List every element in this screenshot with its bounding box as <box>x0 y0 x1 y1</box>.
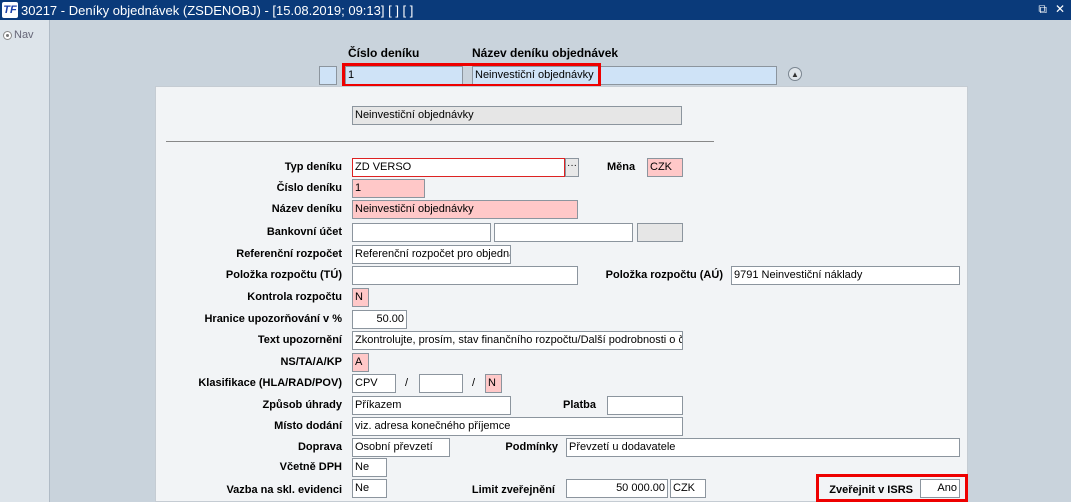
label-klasifikace: Klasifikace (HLA/RAD/POV) <box>198 377 342 389</box>
app-logo-icon: TF <box>2 2 18 18</box>
klasifikace-hla-input[interactable]: CPV <box>352 374 396 393</box>
nav-label: Nav <box>14 29 34 41</box>
label-polozka-au: Položka rozpočtu (AÚ) <box>605 269 723 281</box>
highlight-box-list-row <box>342 63 601 87</box>
label-typ-deniku: Typ deníku <box>284 161 342 173</box>
label-nazev-deniku: Název deníku <box>271 203 342 215</box>
cislo-deniku-input[interactable]: 1 <box>352 179 425 198</box>
podminky-input[interactable]: Převzetí u dodavatele <box>566 438 960 457</box>
bankovni-ucet-2[interactable] <box>494 223 633 242</box>
nav-toggle[interactable]: Nav <box>3 29 34 41</box>
column-header-name: Název deníku objednávek <box>472 46 619 60</box>
bankovni-ucet-1[interactable] <box>352 223 491 242</box>
typ-deniku-input[interactable]: ZD VERSO <box>352 158 565 177</box>
doprava-input[interactable]: Osobní převzetí <box>352 438 450 457</box>
limit-mena-input[interactable]: CZK <box>670 479 706 498</box>
highlight-box-zverejnit <box>816 474 968 502</box>
label-vazba: Vazba na skl. evidenci <box>226 484 342 496</box>
label-referencni-rozpocet: Referenční rozpočet <box>236 248 342 260</box>
detail-title-field: Neinvestiční objednávky <box>352 106 682 125</box>
sidebar: Nav <box>0 20 50 502</box>
label-zpusob-uhrady: Způsob úhrady <box>262 399 342 411</box>
mena-input[interactable]: CZK <box>647 158 683 177</box>
label-cislo-deniku: Číslo deníku <box>276 182 342 194</box>
label-polozka-tu: Položka rozpočtu (TÚ) <box>225 269 342 281</box>
limit-input[interactable]: 50 000.00 <box>566 479 668 498</box>
scroll-up-icon[interactable]: ▲ <box>788 67 802 81</box>
zpusob-uhrady-input[interactable]: Příkazem <box>352 396 511 415</box>
label-mena: Měna <box>607 161 636 173</box>
bankovni-ucet-3 <box>637 223 683 242</box>
label-ns: NS/TA/A/KP <box>280 356 342 368</box>
label-doprava: Doprava <box>297 441 342 453</box>
platba-input[interactable] <box>607 396 683 415</box>
restore-window-icon[interactable]: ⧉ <box>1038 2 1047 17</box>
separator <box>166 141 714 142</box>
referencni-rozpocet-input[interactable]: Referenční rozpočet pro objedná <box>352 245 511 264</box>
row-selector[interactable] <box>319 66 337 85</box>
hranice-input[interactable]: 50.00 <box>352 310 407 329</box>
slash-1: / <box>405 377 409 389</box>
nazev-deniku-input[interactable]: Neinvestiční objednávky <box>352 200 578 219</box>
misto-dodani-input[interactable]: viz. adresa konečného příjemce <box>352 417 683 436</box>
label-misto-dodani: Místo dodání <box>274 420 342 432</box>
vazba-input[interactable]: Ne <box>352 479 387 498</box>
label-platba: Platba <box>562 399 596 411</box>
radio-icon <box>3 30 12 40</box>
slash-2: / <box>472 377 476 389</box>
close-icon[interactable]: ✕ <box>1055 2 1065 17</box>
label-limit: Limit zveřejnění <box>471 484 555 496</box>
label-podminky: Podmínky <box>505 441 558 453</box>
vcetne-dph-input[interactable]: Ne <box>352 458 387 477</box>
kontrola-rozpoctu-input[interactable]: N <box>352 288 369 307</box>
klasifikace-rad-input[interactable] <box>419 374 463 393</box>
label-text-upozorneni: Text upozornění <box>257 334 342 346</box>
polozka-tu-input[interactable] <box>352 266 578 285</box>
lookup-button[interactable]: ··· <box>565 158 579 177</box>
label-kontrola-rozpoctu: Kontrola rozpočtu <box>247 291 342 303</box>
text-upozorneni-input[interactable]: Zkontrolujte, prosím, stav finančního ro… <box>352 331 683 350</box>
column-header-number: Číslo deníku <box>348 46 420 60</box>
window-titlebar: TF 30217 - Deníky objednávek (ZSDENOBJ) … <box>0 0 1071 20</box>
klasifikace-pov-input[interactable]: N <box>485 374 502 393</box>
window-title: 30217 - Deníky objednávek (ZSDENOBJ) - [… <box>21 2 414 18</box>
ns-input[interactable]: A <box>352 353 369 372</box>
label-hranice: Hranice upozorňování v % <box>204 313 342 325</box>
polozka-au-input[interactable]: 9791 Neinvestiční náklady <box>731 266 960 285</box>
label-bankovni-ucet: Bankovní účet <box>266 226 342 238</box>
label-vcetne-dph: Včetně DPH <box>279 461 342 473</box>
